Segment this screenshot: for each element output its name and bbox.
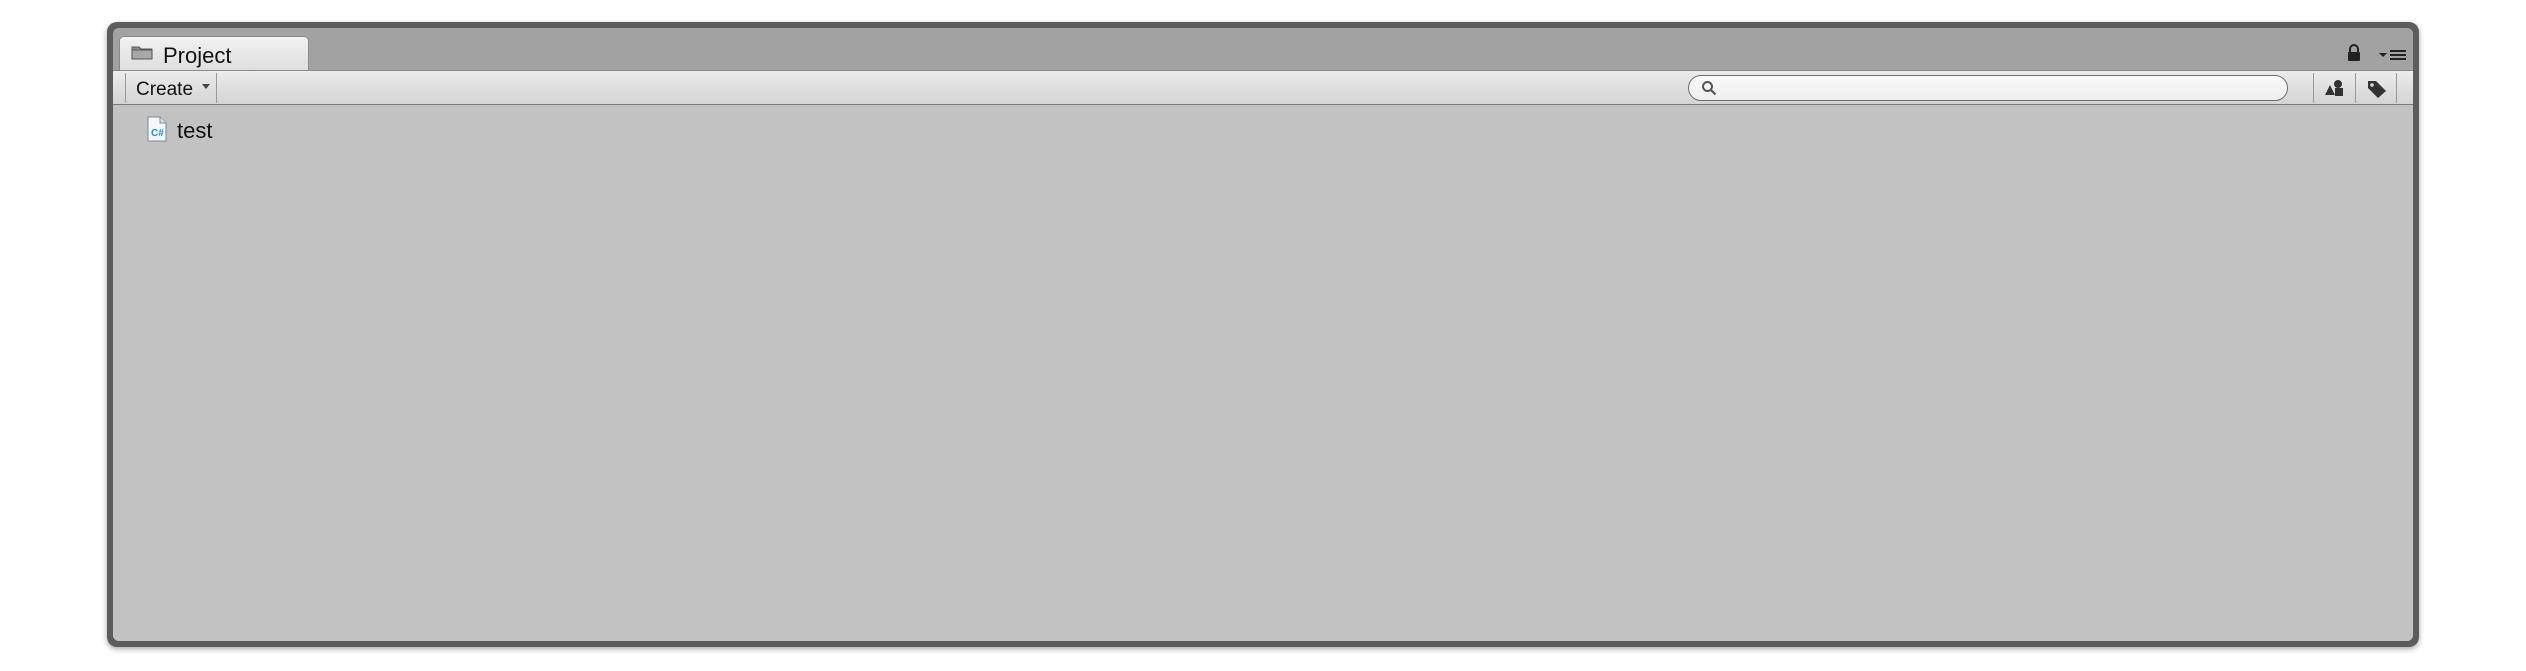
chevron-down-icon [202,84,210,89]
tab-project[interactable]: Project [119,36,309,70]
create-label: Create [136,79,194,100]
project-panel: Project Create C# test [113,28,2413,641]
search-by-label-button[interactable] [2355,73,2397,103]
search-icon [1702,81,1717,96]
folder-icon [131,46,153,60]
project-toolbar: Create [113,70,2413,105]
search-by-type-button[interactable] [2313,73,2355,103]
tab-strip: Project [113,28,2413,70]
search-field[interactable] [1688,75,2288,101]
csharp-script-icon: C# [147,116,167,142]
project-window: Project Create C# test [107,22,2419,647]
asset-name: test [177,118,213,143]
asset-item[interactable]: C# test [147,115,347,145]
create-dropdown-button[interactable]: Create [125,73,217,103]
asset-list: C# test [113,105,2413,641]
shapes-filter-icon [2325,80,2343,96]
svg-text:C#: C# [151,128,164,139]
panel-menu-icon[interactable] [2379,48,2407,62]
tab-label: Project [163,43,232,68]
lock-icon[interactable] [2347,44,2361,62]
search-input[interactable] [1723,77,2267,99]
tag-icon [2368,81,2386,98]
